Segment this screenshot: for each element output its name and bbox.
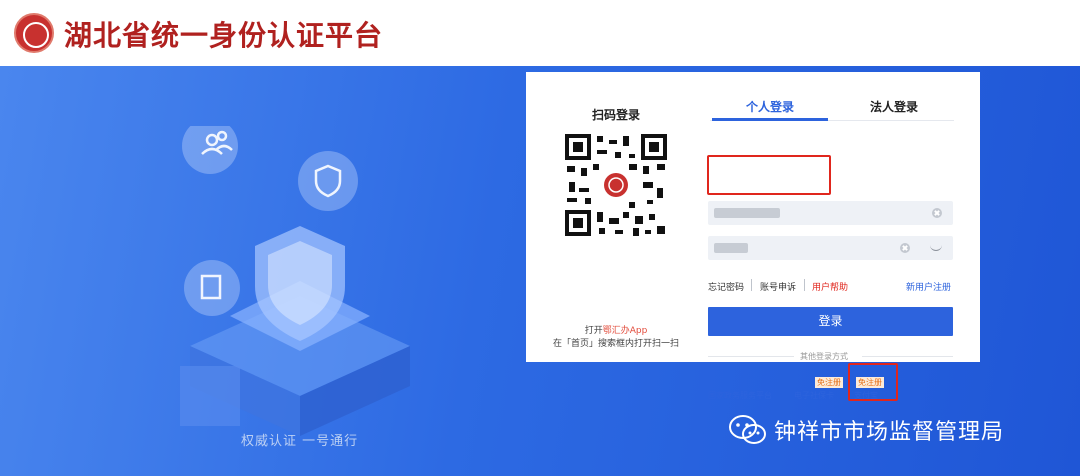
platform-logo[interactable] (14, 13, 54, 53)
wechat-icon (729, 415, 766, 444)
site-title: 湖北省统一身份认证平台 (64, 19, 384, 52)
watermark-text: 钟祥市市场监督管理局 (774, 420, 1005, 445)
qr-tip-open-app: 打开鄂汇办App (526, 323, 706, 336)
tab-active-indicator (712, 118, 828, 121)
qr-login-title: 扫码登录 (591, 108, 640, 122)
clear-icon[interactable] (932, 208, 942, 218)
login-button[interactable]: 登录 (708, 307, 953, 336)
qr-center-logo (604, 173, 628, 197)
watermark: 钟祥市市场监督管理局 (728, 410, 1004, 450)
qr-tip-scan: 在「首页」搜索框内打开扫一扫 (552, 339, 679, 349)
social-card-badge: 免注册 (815, 377, 843, 388)
forgot-password-link[interactable]: 忘记密码 (708, 280, 744, 293)
new-user-register-link[interactable]: 新用户注册 (906, 280, 951, 293)
divider-right (862, 356, 953, 357)
clear-icon[interactable] (900, 243, 910, 253)
security-illustration (180, 126, 410, 436)
shield-badge-icon-bg (298, 151, 358, 211)
site-header: 湖北省统一身份认证平台 (0, 0, 1080, 66)
account-appeal-link[interactable]: 账号申诉 (760, 280, 796, 293)
divider-left (708, 356, 794, 357)
link-separator (751, 279, 752, 291)
qr-tip-app-name[interactable]: 鄂汇办App (603, 326, 648, 336)
password-field[interactable] (708, 236, 953, 260)
qr-login-panel: 扫码登录 打开鄂汇办App 在「首页」搜索框内打开扫一扫 (526, 72, 706, 362)
link-separator (804, 279, 805, 291)
qr-tip-prefix: 打开 (584, 326, 603, 336)
hero-slogan: 权威认证 一号通行 (241, 434, 359, 449)
social-card-login-link[interactable]: 电子社保卡 (794, 390, 834, 401)
other-login-label: 其他登录方式 (800, 352, 848, 361)
user-help-link[interactable]: 用户帮助 (812, 280, 848, 293)
tab-legal-login[interactable]: 法人登录 (866, 98, 922, 115)
highlight-box-personal-tab (707, 155, 831, 195)
password-redacted (714, 243, 748, 253)
highlight-box-alipay (848, 363, 898, 401)
username-field[interactable] (708, 201, 953, 225)
gov-service-login-link[interactable]: 国家政务服务平台 (708, 390, 772, 401)
eye-closed-icon[interactable] (930, 245, 942, 251)
document-icon-bg (184, 260, 240, 316)
username-redacted (714, 208, 780, 218)
tab-personal-login[interactable]: 个人登录 (742, 98, 798, 115)
qr-code (563, 132, 669, 238)
